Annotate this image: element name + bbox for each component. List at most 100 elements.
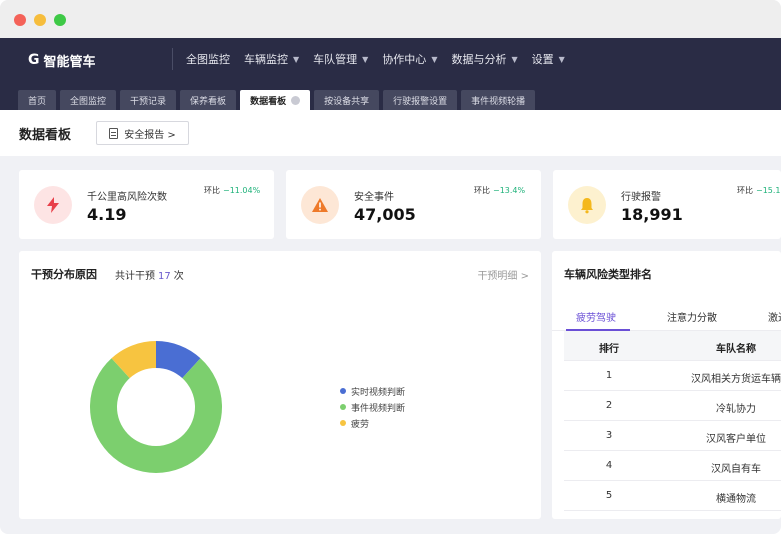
tab-aggressive[interactable]: 激进 <box>768 309 781 324</box>
legend-item: 实时视频判断 <box>340 383 405 399</box>
legend-dot <box>340 404 346 410</box>
intervention-title: 干预分布原因 <box>31 268 97 281</box>
page-header: 数据看板 安全报告 > <box>0 110 781 156</box>
stat-card-high-risk: 千公里高风险次数 4.19 环比 −11.04% <box>19 170 274 239</box>
menu-item-analytics[interactable]: 数据与分析 ▼ <box>451 51 517 67</box>
tab-label: 事件视频轮播 <box>471 96 526 107</box>
legend-label: 疲劳 <box>351 419 370 430</box>
chevron-down-icon: ▼ <box>293 54 300 64</box>
ranking-tabs: 疲劳驾驶 注意力分散 激进 <box>552 301 781 331</box>
safety-report-button[interactable]: 安全报告 > <box>96 121 189 145</box>
top-navigation: G 智能管车 全图监控 车辆监控 ▼ 车队管理 ▼ 协作中心 ▼ 数据与分析 ▼ 设置 ▼… <box>0 38 781 110</box>
trend-label: 环比 <box>204 186 220 195</box>
tab-label: 首页 <box>28 96 47 107</box>
stat-value: 18,991 <box>621 205 683 224</box>
trend-value: −15.1 <box>756 186 781 195</box>
tab-label: 保养看板 <box>190 96 227 107</box>
warning-icon <box>301 186 339 224</box>
tab-alarm-settings[interactable]: 行驶报警设置 <box>383 90 458 110</box>
minimize-window-button[interactable] <box>34 14 46 26</box>
tab-data-board[interactable]: 数据看板 <box>240 90 311 110</box>
fleet-name-cell: 汉风相关方货运车辆 <box>691 374 781 385</box>
tab-distraction[interactable]: 注意力分散 <box>667 309 717 324</box>
rank-cell: 5 <box>605 490 613 501</box>
close-window-button[interactable] <box>14 14 26 26</box>
stat-trend: 环比 −13.4% <box>474 185 525 196</box>
main-menu: 全图监控 车辆监控 ▼ 车队管理 ▼ 协作中心 ▼ 数据与分析 ▼ 设置 ▼ <box>186 48 579 70</box>
menu-item-collab[interactable]: 协作中心 ▼ <box>382 51 437 67</box>
intervention-total: 共计干预 17 次 <box>115 267 184 282</box>
stat-label: 行驶报警 <box>621 192 661 203</box>
fleet-name-cell: 横通物流 <box>716 494 756 505</box>
tab-intervention-records[interactable]: 干预记录 <box>120 90 177 110</box>
menu-item-settings[interactable]: 设置 ▼ <box>532 51 565 67</box>
fleet-name-cell: 冷轧协力 <box>716 404 756 415</box>
table-row[interactable]: 4 汉风自有车 <box>564 451 781 481</box>
page-tabs: 首页 全图监控 干预记录 保养看板 数据看板 按设备共享 行驶报警设置 事件视频… <box>18 90 539 110</box>
stat-value: 4.19 <box>87 205 127 224</box>
chevron-down-icon: ▼ <box>558 54 565 64</box>
table-row[interactable]: 2 冷轧协力 <box>564 391 781 421</box>
menu-item-vehicle-monitor[interactable]: 车辆监控 ▼ <box>244 51 299 67</box>
total-count: 17 <box>158 271 171 282</box>
menu-item-label: 全图监控 <box>186 53 230 66</box>
fleet-name-cell: 汉风自有车 <box>711 464 761 475</box>
stat-card-driving-alarms: 行驶报警 18,991 环比 −15.1 <box>553 170 781 239</box>
ranking-title: 车辆风险类型排名 <box>564 268 652 281</box>
legend-item: 疲劳 <box>340 415 405 431</box>
tab-label: 全图监控 <box>70 96 107 107</box>
menu-item-fleet[interactable]: 车队管理 ▼ <box>313 51 368 67</box>
tab-label: 行驶报警设置 <box>393 96 448 107</box>
legend-dot <box>340 420 346 426</box>
document-icon <box>109 127 119 139</box>
page-title: 数据看板 <box>19 128 72 143</box>
menu-item-label: 协作中心 <box>382 53 427 66</box>
lightning-icon <box>34 186 72 224</box>
tab-label: 按设备共享 <box>324 96 370 107</box>
total-prefix: 共计干预 <box>115 271 155 282</box>
tab-event-video[interactable]: 事件视频轮播 <box>461 90 536 110</box>
trend-label: 环比 <box>474 186 490 195</box>
rank-cell: 4 <box>605 460 613 471</box>
nav-divider <box>172 48 173 70</box>
close-tab-icon[interactable] <box>291 95 301 105</box>
tab-label: 数据看板 <box>250 96 287 107</box>
trend-value: −13.4% <box>493 186 526 195</box>
tab-maintenance-board[interactable]: 保养看板 <box>180 90 237 110</box>
tab-label: 干预记录 <box>130 96 167 107</box>
app-name: 智能管车 <box>43 54 96 70</box>
menu-item-label: 车辆监控 <box>244 53 288 66</box>
menu-item-map[interactable]: 全图监控 <box>186 51 230 67</box>
table-row[interactable]: 5 横通物流 <box>564 481 781 511</box>
brand[interactable]: G 智能管车 <box>28 50 96 70</box>
ranking-table: 排行 车队名称 1 汉风相关方货运车辆 2 冷轧协力 3 汉风客户单位 4 汉风自有车 … <box>564 331 781 511</box>
legend-label: 事件视频判断 <box>351 403 406 414</box>
stat-card-safety-events: 安全事件 47,005 环比 −13.4% <box>286 170 541 239</box>
table-row[interactable]: 3 汉风客户单位 <box>564 421 781 451</box>
tab-device-share[interactable]: 按设备共享 <box>314 90 380 110</box>
table-row[interactable]: 1 汉风相关方货运车辆 <box>564 361 781 391</box>
menu-item-label: 设置 <box>531 53 554 66</box>
tab-map[interactable]: 全图监控 <box>60 90 117 110</box>
bell-icon <box>568 186 606 224</box>
legend-label: 实时视频判断 <box>351 387 406 398</box>
stat-trend: 环比 −11.04% <box>204 185 260 196</box>
tab-fatigue-driving[interactable]: 疲劳驾驶 <box>576 309 616 324</box>
column-header-fleet: 车队名称 <box>716 344 756 355</box>
donut-slice-1[interactable] <box>90 358 222 473</box>
maximize-window-button[interactable] <box>54 14 66 26</box>
intervention-donut-chart <box>90 341 222 473</box>
legend-dot <box>340 388 346 394</box>
chart-legend: 实时视频判断 事件视频判断 疲劳 <box>340 383 405 431</box>
stat-label: 千公里高风险次数 <box>87 192 167 203</box>
menu-item-label: 车队管理 <box>313 53 358 66</box>
tab-home[interactable]: 首页 <box>18 90 57 110</box>
trend-value: −11.04% <box>223 186 261 195</box>
chevron-down-icon: ▼ <box>362 54 369 64</box>
rank-cell: 1 <box>605 370 613 381</box>
rank-cell: 3 <box>605 430 613 441</box>
trend-label: 环比 <box>737 186 753 195</box>
intervention-detail-link[interactable]: 干预明细 > <box>477 267 529 282</box>
chevron-down-icon: ▼ <box>511 54 518 64</box>
fleet-name-cell: 汉风客户单位 <box>706 434 766 445</box>
